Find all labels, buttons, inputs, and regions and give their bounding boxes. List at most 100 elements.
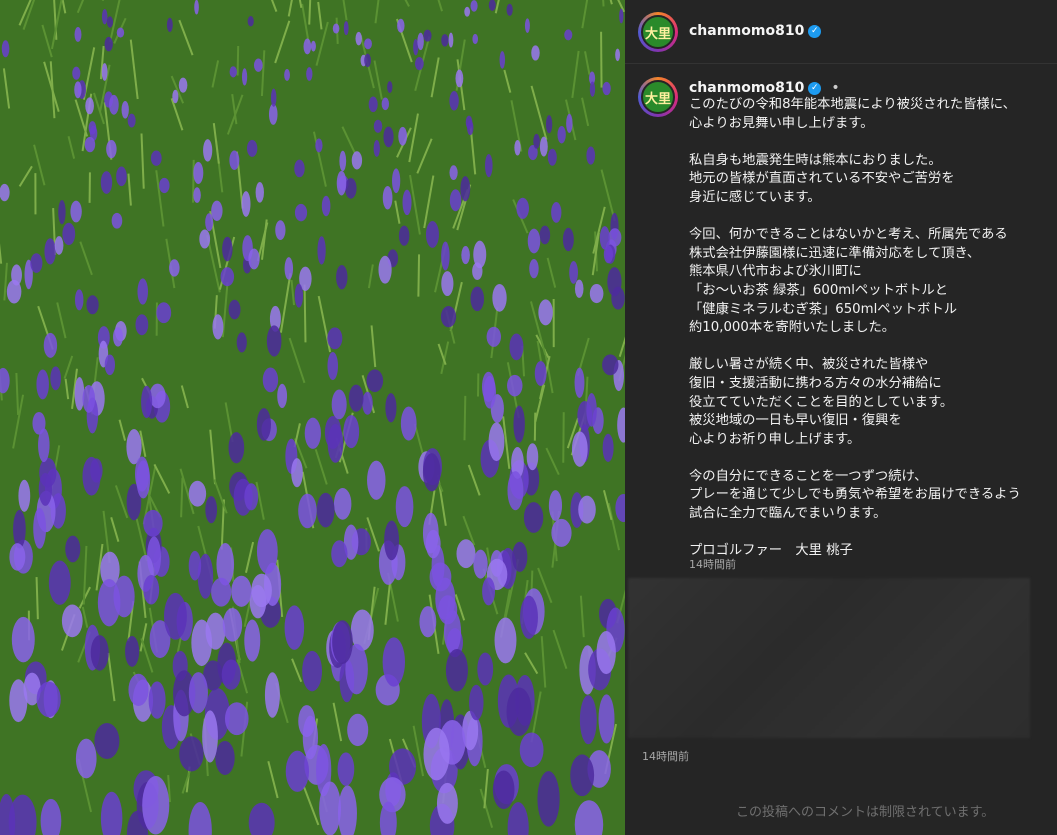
lavender-flower [109,94,119,115]
lavender-flower [526,443,539,471]
caption-line: 熊本県八代市および氷川町に [689,264,862,280]
lavender-flower [545,115,553,134]
lavender-flower [58,199,66,225]
lavender-flower [524,18,530,33]
lavender-flower [256,529,278,574]
lavender-flower [602,81,611,96]
lavender-flower [527,228,541,254]
caption-username-link[interactable]: chanmomo810 ✓ • [689,80,840,96]
lavender-flower [169,259,180,277]
lavender-flower [425,221,439,248]
lavender-flower [596,630,616,675]
lavender-flower [422,453,441,492]
lavender-flower [101,63,108,81]
lavender-flower [499,51,506,69]
post-timestamp[interactable]: 14時間前 [642,748,689,764]
lavender-flower [564,29,573,41]
lavender-flower [88,121,97,135]
lavender-flower [470,286,485,312]
lavender-flower [414,57,424,71]
lavender-flower [172,89,179,104]
lavender-flower [519,732,544,768]
lavender-flower [494,617,517,664]
lavender-flower [441,241,450,271]
lavender-flower [82,456,101,496]
lavender-flower [343,21,349,36]
lavender-flower [104,354,116,376]
lavender-flower [615,48,621,62]
lavender-flower [90,635,109,671]
lavender-flower [150,150,162,166]
lavender-flower [32,411,46,435]
lavender-flower [244,483,259,511]
lavender-flower [548,490,563,521]
lavender-flower [336,170,347,196]
lavender-flower [586,393,597,427]
lavender-flower [492,770,515,810]
post-view: 大里 chanmomo810 ✓ 大里 chanmomo810 ✓ • このたび… [0,0,1057,835]
lavender-flower [11,264,22,286]
lavender-flower [566,113,573,133]
lavender-flower [486,326,502,347]
lavender-flower [43,332,58,358]
lavender-flower [557,126,566,144]
lavender-flower [574,279,584,298]
lavender-flower [513,405,525,443]
lavender-flower [492,283,507,312]
lavender-flower [262,367,279,393]
lavender-flower [485,153,493,178]
lavender-flower [74,289,84,311]
lavender-flower [455,69,464,88]
lavender-flower [113,327,123,347]
lavender-flower [589,81,596,97]
lavender-flower [373,119,383,133]
caption-username: chanmomo810 [689,80,805,96]
lavender-flower [248,248,260,270]
lavender-flower [507,471,524,511]
lavender-flower [419,606,437,638]
lavender-flower [264,672,280,718]
avatar[interactable]: 大里 [638,12,678,52]
header-username-link[interactable]: chanmomo810 ✓ [689,23,822,39]
lavender-flower [74,81,82,99]
lavender-flower [61,604,83,638]
lavender-flower [321,195,331,217]
lavender-flower [539,136,548,157]
lavender-flower [179,736,204,772]
lavender-flower [381,97,390,111]
caption-avatar[interactable]: 大里 [638,77,678,117]
lavender-flower [253,58,263,72]
lavender-flower [143,574,160,605]
lavender-flower [303,38,312,55]
lavender-flower [460,176,471,202]
comments-restricted-notice: この投稿へのコメントは制限されています。 [736,805,995,820]
lavender-flower [143,509,163,537]
lavender-flower [159,177,170,194]
lavender-flower [224,702,249,736]
lavender-flower [472,33,479,45]
lavender-flower [345,177,357,199]
lavender-flower [317,236,326,265]
post-image[interactable] [0,0,625,835]
lavender-flower [48,560,71,605]
caption-line: 今回、何かできることはないかと考え、所属先である [689,227,1008,243]
lavender-flower [111,212,123,229]
lavender-flower [116,166,127,187]
lavender-flower [142,775,170,835]
lavender-flower [215,740,235,775]
lavender-flower [33,507,47,549]
lavender-flower [472,262,483,281]
lavender-flower [54,236,64,255]
lavender-flower [294,203,308,222]
lavender-flower [417,32,424,51]
lavender-flower [1,40,10,58]
lavender-flower [284,257,294,280]
lavender-flower [337,752,355,786]
caption-timestamp[interactable]: 14時間前 [689,556,736,572]
lavender-flower [306,67,313,81]
lavender-flower [449,189,462,212]
lavender-flower [382,185,393,210]
lavender-flower [65,535,81,563]
post-caption: このたびの令和8年能本地震により被災された皆様に、 心よりお見舞い申し上げます。私… [689,96,1049,561]
caption-line: 試合に全力で臨んでまいります。 [689,506,887,522]
